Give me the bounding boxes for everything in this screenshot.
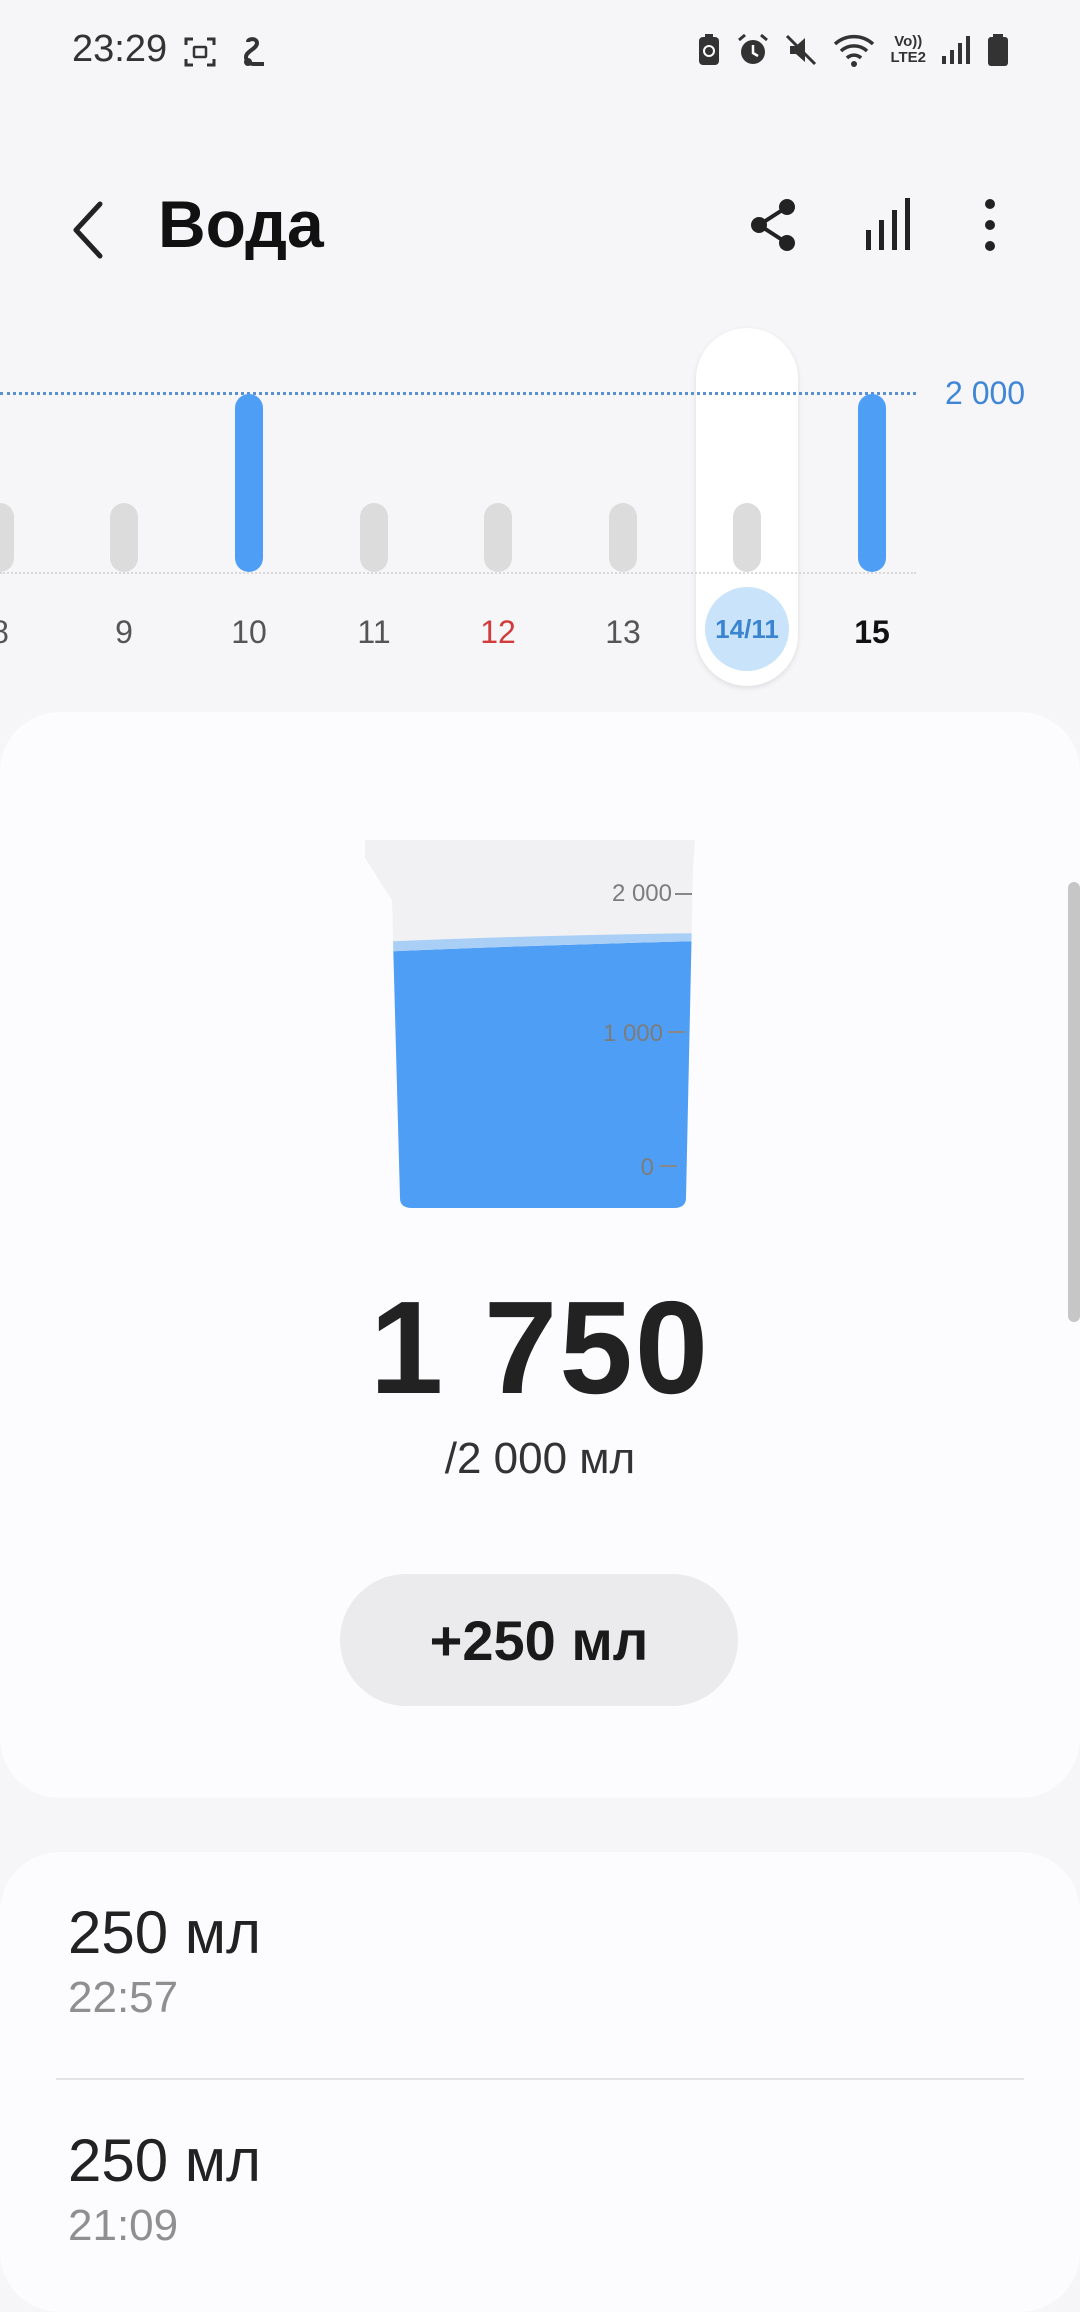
day-bar-14-11[interactable]: [733, 503, 761, 572]
cup-scale-label-2000: 2 000: [611, 880, 672, 907]
base-line: [0, 572, 916, 574]
day-label-9[interactable]: 9: [74, 614, 174, 651]
intake-value: 1 750: [369, 1274, 711, 1421]
add-water-button[interactable]: +250 мл: [340, 1574, 738, 1706]
signal-icon: [942, 36, 970, 64]
day-bar-9[interactable]: [110, 503, 138, 572]
day-label-11[interactable]: 11: [324, 614, 424, 651]
log-entry-time: 22:57: [68, 1973, 179, 2022]
log-entry-amount: 250 мл: [68, 2127, 262, 2194]
volte-icon: Vo)) LTE2: [890, 34, 926, 66]
notification-icon: [243, 37, 264, 66]
cup-scale-label-1000: 1 000: [602, 1020, 663, 1047]
day-bar-10[interactable]: [235, 394, 263, 572]
wifi-icon: [834, 34, 875, 67]
selected-date-badge[interactable]: 14/11: [705, 587, 789, 671]
day-bar-11[interactable]: [360, 503, 388, 572]
day-bar-12[interactable]: [484, 503, 512, 572]
day-bar-13[interactable]: [609, 503, 637, 572]
back-button[interactable]: [60, 190, 120, 270]
battery-icon: [988, 34, 1008, 66]
log-entry-time: 21:09: [68, 2201, 179, 2250]
mute-icon: [786, 34, 817, 66]
status-right-icons: Vo)) LTE2: [696, 32, 1010, 68]
share-icon[interactable]: [738, 190, 808, 260]
day-label-10[interactable]: 10: [199, 614, 299, 651]
intake-target: /2 000 мл: [444, 1434, 636, 1483]
day-label-15[interactable]: 15: [822, 614, 922, 651]
battery-saver-icon: [699, 34, 720, 65]
log-divider: [56, 2078, 1024, 2080]
log-entry[interactable]: 250 мл 22:57: [68, 1898, 261, 2023]
volte-top-label: Vo)): [894, 33, 923, 50]
log-entry[interactable]: 250 мл 21:09: [68, 2126, 261, 2251]
page-title: Вода: [158, 187, 324, 261]
status-left-icons: [182, 34, 270, 70]
log-entry-amount: 250 мл: [68, 1899, 262, 1966]
day-label-12[interactable]: 12: [448, 614, 548, 651]
screen-record-icon: [184, 37, 216, 67]
scroll-handle[interactable]: [1068, 882, 1080, 1322]
volte-bottom-label: LTE2: [890, 49, 926, 66]
goal-label: 2 000: [945, 375, 1026, 411]
status-bar: 23:29 Vo)) LTE2: [0, 0, 1080, 110]
chart-icon[interactable]: [852, 190, 922, 260]
day-bar-15[interactable]: [858, 394, 886, 572]
alarm-icon: [738, 33, 769, 64]
cup-scale-label-0: 0: [640, 1154, 654, 1181]
day-label-8[interactable]: 8: [0, 614, 50, 651]
status-time: 23:29: [72, 28, 168, 70]
day-label-13[interactable]: 13: [573, 614, 673, 651]
more-icon[interactable]: [955, 190, 1025, 260]
goal-line: [0, 392, 916, 395]
day-bar-8[interactable]: [0, 503, 14, 572]
